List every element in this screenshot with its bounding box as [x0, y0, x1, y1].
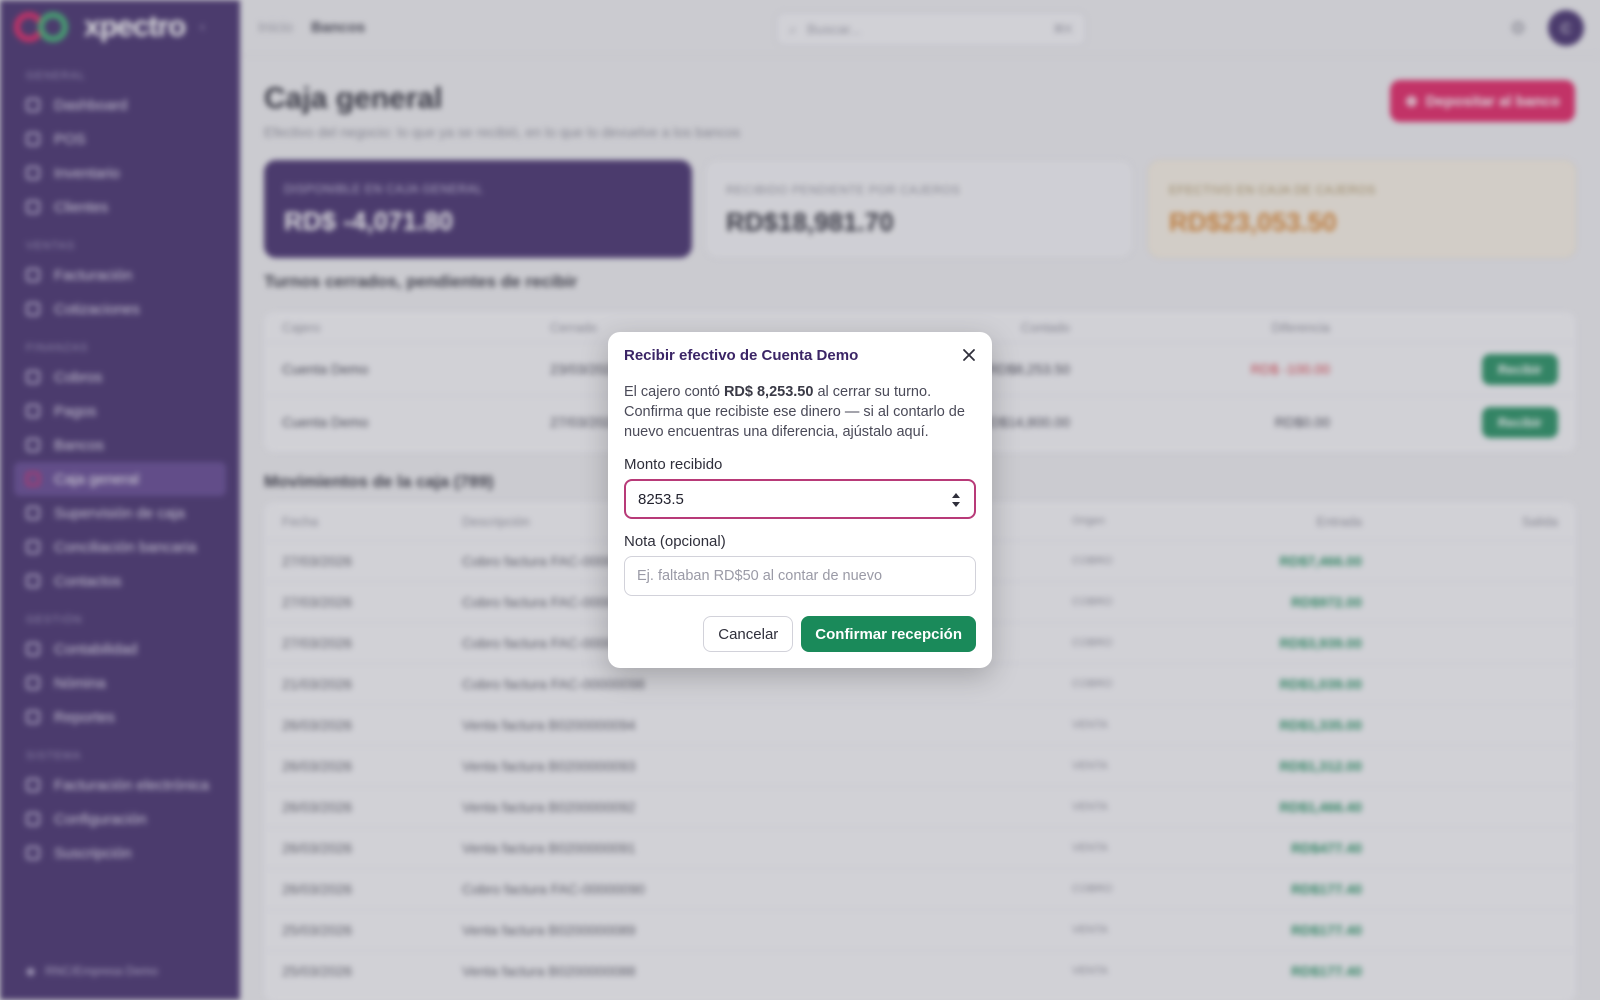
- close-icon[interactable]: [960, 346, 978, 364]
- note-input[interactable]: Ej. faltaban RD$50 al contar de nuevo: [624, 556, 976, 596]
- dialog-title: Recibir efectivo de Cuenta Demo: [624, 347, 859, 364]
- cancel-button[interactable]: Cancelar: [703, 616, 794, 652]
- note-label: Nota (opcional): [624, 533, 726, 550]
- amount-received-input[interactable]: 8253.5: [624, 479, 976, 519]
- dialog-description: El cajero contó RD$ 8,253.50 al cerrar s…: [624, 382, 976, 442]
- number-stepper-icon[interactable]: [950, 491, 962, 509]
- desc-before: El cajero contó: [624, 384, 724, 400]
- receive-cash-dialog: Recibir efectivo de Cuenta Demo El cajer…: [608, 332, 992, 668]
- dialog-actions: Cancelar Confirmar recepción: [703, 616, 976, 652]
- confirm-receipt-button[interactable]: Confirmar recepción: [801, 616, 976, 652]
- note-placeholder: Ej. faltaban RD$50 al contar de nuevo: [637, 568, 883, 584]
- desc-amount: RD$ 8,253.50: [723, 384, 814, 400]
- amount-value: 8253.5: [638, 490, 684, 508]
- amount-label: Monto recibido: [624, 456, 723, 473]
